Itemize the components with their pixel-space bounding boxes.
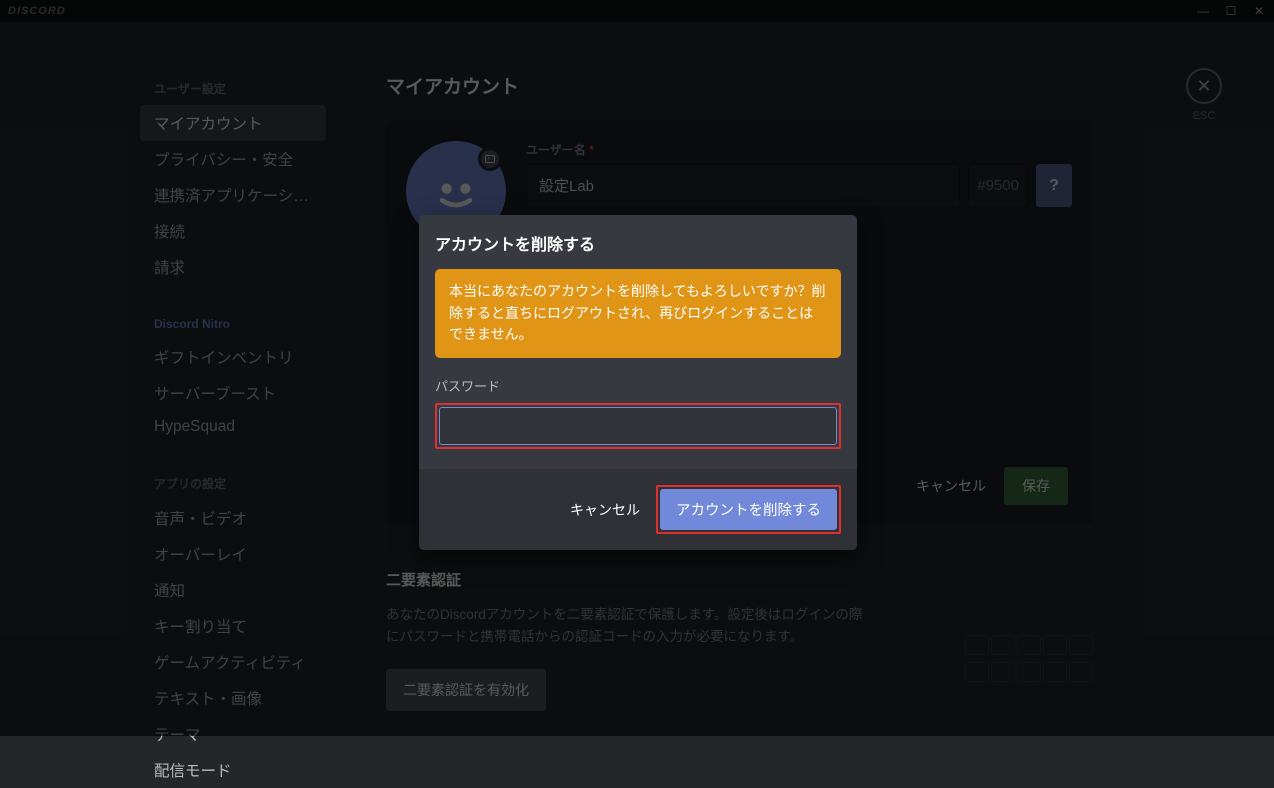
confirm-highlight: アカウントを削除する [656,485,841,534]
delete-account-modal: アカウントを削除する 本当にあなたのアカウントを削除してもよろしいですか？削除す… [419,215,857,550]
modal-title: アカウントを削除する [419,215,857,269]
password-highlight [435,403,841,449]
password-label: パスワード [435,376,841,395]
modal-cancel-button[interactable]: キャンセル [570,500,640,520]
sidebar-item-streamer[interactable]: 配信モード [140,752,326,788]
modal-warning: 本当にあなたのアカウントを削除してもよろしいですか？削除すると直ちにログアウトさ… [435,269,841,358]
modal-confirm-button[interactable]: アカウントを削除する [660,489,837,530]
password-input[interactable] [439,407,837,445]
